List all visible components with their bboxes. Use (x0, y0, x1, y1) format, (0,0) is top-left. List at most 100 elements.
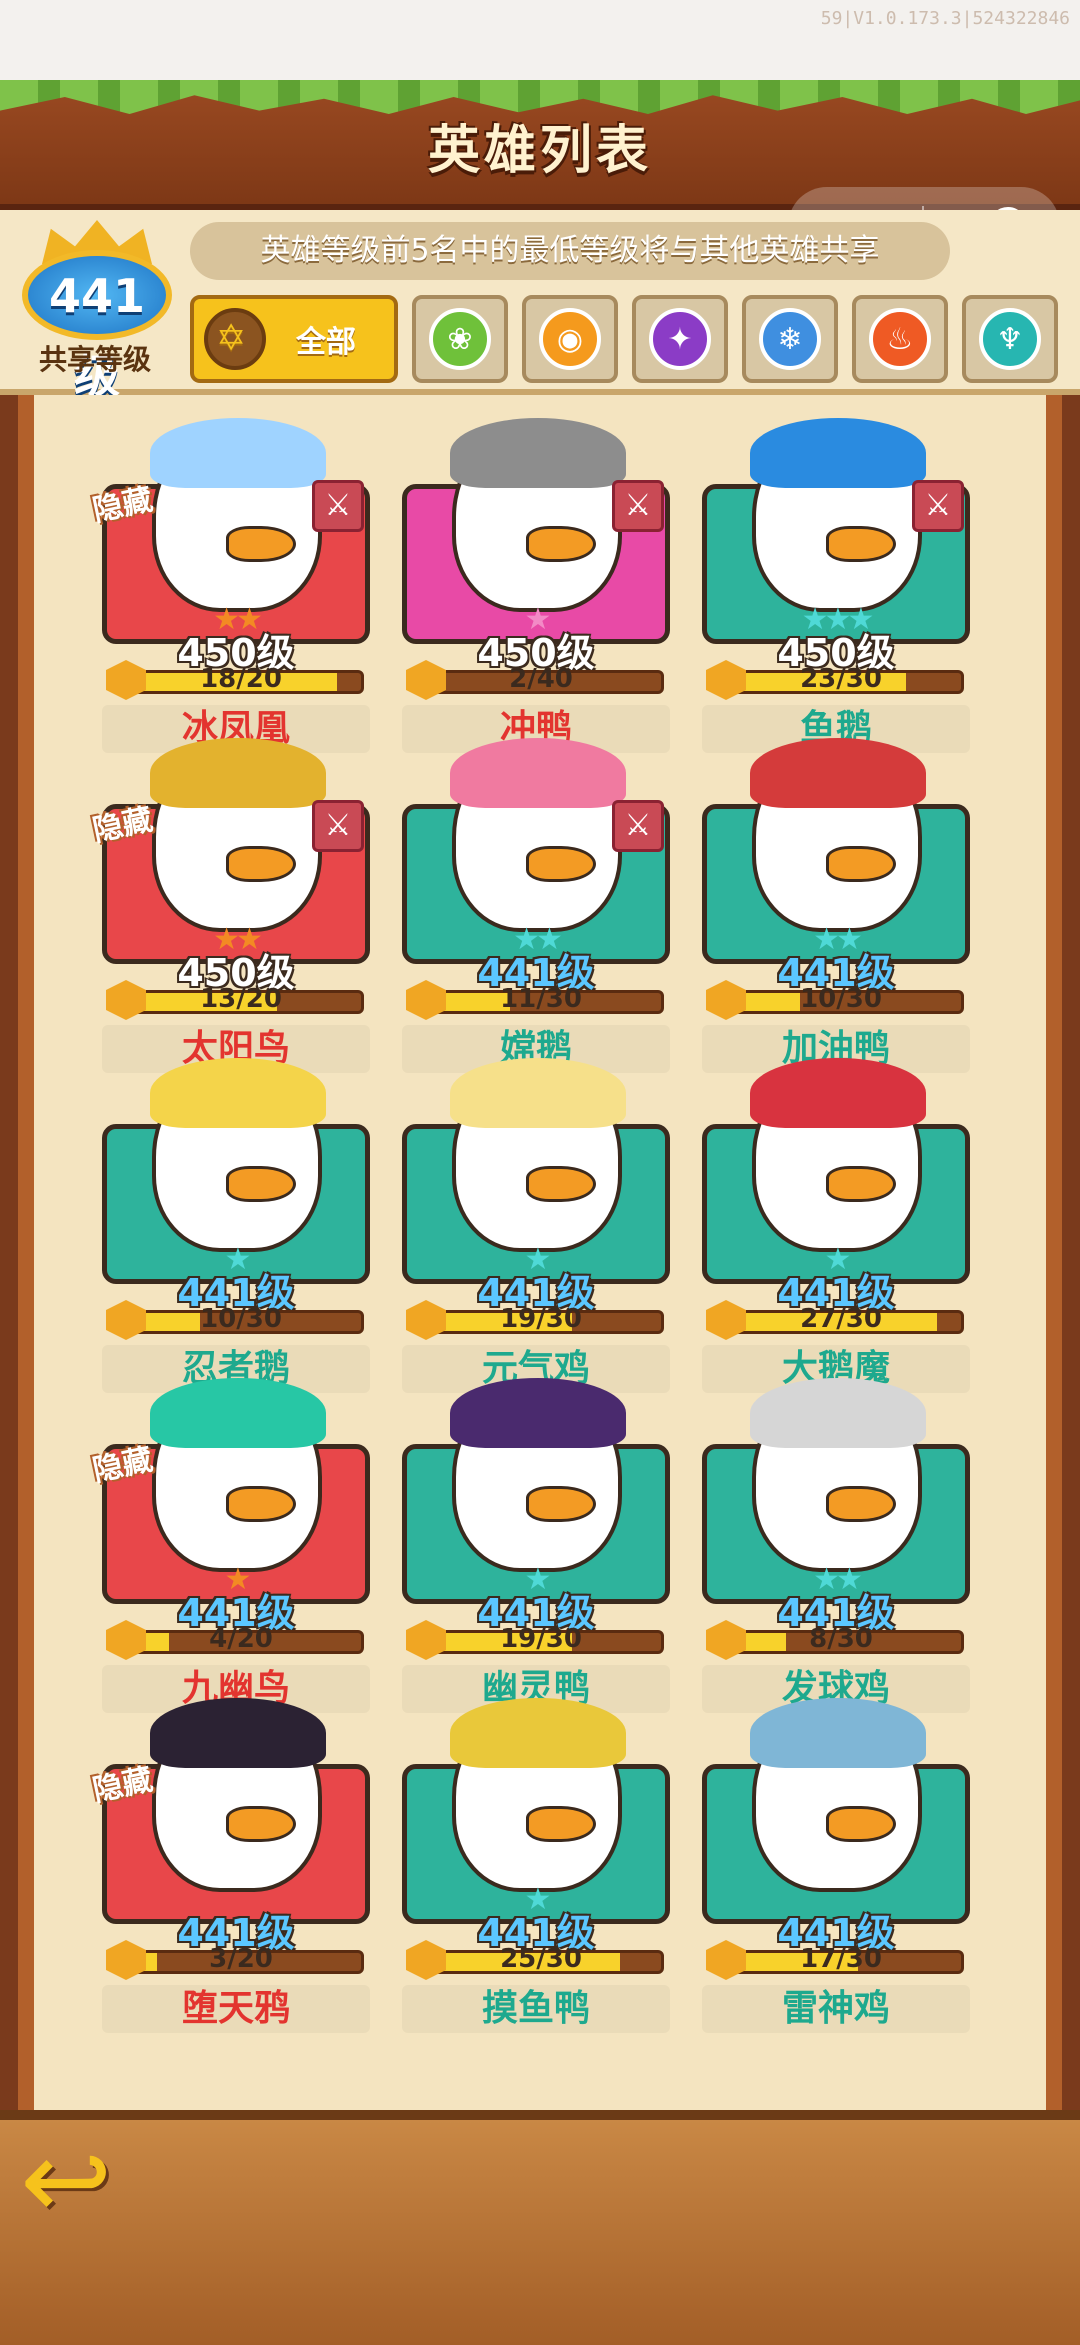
hero-beak (526, 1806, 596, 1842)
hero-headgear (450, 1378, 626, 1448)
hero-beak (226, 1806, 296, 1842)
hero-portrait (450, 1378, 626, 1572)
hero-headgear (750, 738, 926, 808)
hero-headgear (450, 1058, 626, 1128)
hero-portrait (750, 1698, 926, 1892)
page-title: 英雄列表 (427, 121, 652, 181)
all-elements-icon (204, 308, 266, 370)
shard-progress-text: 11/30 (500, 984, 582, 1014)
hero-card[interactable]: ★ 441级 10/30 忍者鹅 (102, 1058, 370, 1393)
hero-name: 雷神鸡 (702, 1985, 970, 2033)
battle-sword-icon: ⚔ (612, 480, 664, 532)
hero-beak (526, 1486, 596, 1522)
shard-progress-text: 18/20 (200, 664, 282, 694)
element-filter-bar: 全部 ❀ ◉ ✦ ❄ ♨ ♆ (190, 295, 1058, 385)
hero-card[interactable]: ⚔ ★★ 441级 11/30 嫦鹅 (402, 738, 670, 1073)
hero-portrait (450, 418, 626, 612)
hero-name: 堕天鸦 (102, 1985, 370, 2033)
hero-portrait (750, 1378, 926, 1572)
hero-card[interactable]: ★ 441级 19/30 幽灵鸭 (402, 1378, 670, 1713)
hero-name: 摸鱼鸭 (402, 1985, 670, 2033)
shard-progress-text: 3/20 (209, 1944, 273, 1974)
hero-headgear (150, 1698, 326, 1768)
notice-banner: 英雄等级前5名中的最低等级将与其他英雄共享 (190, 222, 950, 280)
hero-grid: 隐藏 ⚔ ★★ 450级 18/20 冰凤凰 ⚔ ★ 450级 2/40 冲鸭 ⚔ ★★★ 450级 23/… (90, 418, 978, 2033)
hero-beak (826, 1486, 896, 1522)
shard-progress-text: 2/40 (509, 664, 573, 694)
battle-sword-icon: ⚔ (612, 800, 664, 852)
filter-dark-button[interactable]: ✦ (632, 295, 728, 383)
hero-beak (826, 1166, 896, 1202)
hero-beak (826, 1806, 896, 1842)
hero-headgear (150, 1378, 326, 1448)
shard-progress-text: 13/20 (200, 984, 282, 1014)
hero-beak (826, 526, 896, 562)
shard-progress-text: 8/30 (809, 1624, 873, 1654)
battle-sword-icon: ⚔ (312, 480, 364, 532)
hero-headgear (150, 1058, 326, 1128)
light-element-icon: ◉ (539, 308, 601, 370)
hero-card[interactable]: ⚔ ★ 450级 2/40 冲鸭 (402, 418, 670, 753)
hero-beak (226, 1166, 296, 1202)
filter-fire-button[interactable]: ♨ (852, 295, 948, 383)
hero-portrait (150, 1058, 326, 1252)
hero-portrait (150, 738, 326, 932)
hero-beak (226, 1486, 296, 1522)
hero-portrait (450, 1698, 626, 1892)
back-arrow-button[interactable]: ↩ (20, 2125, 170, 2240)
filter-all-button[interactable]: 全部 (190, 295, 398, 383)
hero-beak (526, 1166, 596, 1202)
wind-element-icon: ❀ (429, 308, 491, 370)
hero-headgear (750, 418, 926, 488)
hero-card[interactable]: ★ 441级 19/30 元气鸡 (402, 1058, 670, 1393)
hero-portrait (750, 418, 926, 612)
hero-portrait (150, 1698, 326, 1892)
shared-level-badge: 441级 共享等级 (10, 220, 180, 403)
shard-progress-text: 10/30 (800, 984, 882, 1014)
hero-beak (226, 846, 296, 882)
shard-progress-text: 19/30 (500, 1624, 582, 1654)
filter-light-button[interactable]: ◉ (522, 295, 618, 383)
hero-headgear (750, 1378, 926, 1448)
shard-progress-text: 19/30 (500, 1304, 582, 1334)
hero-headgear (750, 1058, 926, 1128)
hero-card[interactable]: 隐藏 ⚔ ★★ 450级 13/20 太阳鸟 (90, 738, 370, 1073)
battle-sword-icon: ⚔ (912, 480, 964, 532)
hero-card[interactable]: 441级 17/30 雷神鸡 (702, 1698, 970, 2033)
hero-card[interactable]: 隐藏 ★ 441级 4/20 九幽鸟 (90, 1378, 370, 1713)
water-element-icon: ♆ (979, 308, 1041, 370)
hero-beak (826, 846, 896, 882)
hero-card[interactable]: ★ 441级 25/30 摸鱼鸭 (402, 1698, 670, 2033)
hero-headgear (750, 1698, 926, 1768)
shared-level-value: 441级 (22, 250, 172, 403)
hero-headgear (450, 738, 626, 808)
hero-headgear (450, 418, 626, 488)
shard-progress-text: 17/30 (800, 1944, 882, 1974)
shard-progress-text: 4/20 (209, 1624, 273, 1654)
hero-card[interactable]: ★★ 441级 8/30 发球鸡 (702, 1378, 970, 1713)
hero-card[interactable]: ⚔ ★★★ 450级 23/30 鱼鹅 (702, 418, 970, 753)
hero-beak (526, 526, 596, 562)
shared-level-label: 共享等级 (38, 343, 151, 376)
hero-portrait (750, 738, 926, 932)
hero-card[interactable]: 隐藏 ⚔ ★★ 450级 18/20 冰凤凰 (90, 418, 370, 753)
filter-water-button[interactable]: ♆ (962, 295, 1058, 383)
hero-card[interactable]: ★ 441级 27/30 大鹅魔 (702, 1058, 970, 1393)
shard-progress-text: 23/30 (800, 664, 882, 694)
hero-card[interactable]: 隐藏 441级 3/20 堕天鸦 (90, 1698, 370, 2033)
element-filters: ❀ ◉ ✦ ❄ ♨ ♆ (412, 295, 1058, 385)
hero-card[interactable]: ★★ 441级 10/30 加油鸭 (702, 738, 970, 1073)
hero-portrait (450, 1058, 626, 1252)
shard-progress-text: 25/30 (500, 1944, 582, 1974)
filter-ice-button[interactable]: ❄ (742, 295, 838, 383)
hero-portrait (150, 1378, 326, 1572)
shard-progress-text: 27/30 (800, 1304, 882, 1334)
hero-portrait (750, 1058, 926, 1252)
filter-wind-button[interactable]: ❀ (412, 295, 508, 383)
battle-sword-icon: ⚔ (312, 800, 364, 852)
hero-beak (226, 526, 296, 562)
shard-progress-text: 10/30 (200, 1304, 282, 1334)
filter-all-label: 全部 (296, 325, 356, 360)
hero-portrait (450, 738, 626, 932)
hero-headgear (450, 1698, 626, 1768)
